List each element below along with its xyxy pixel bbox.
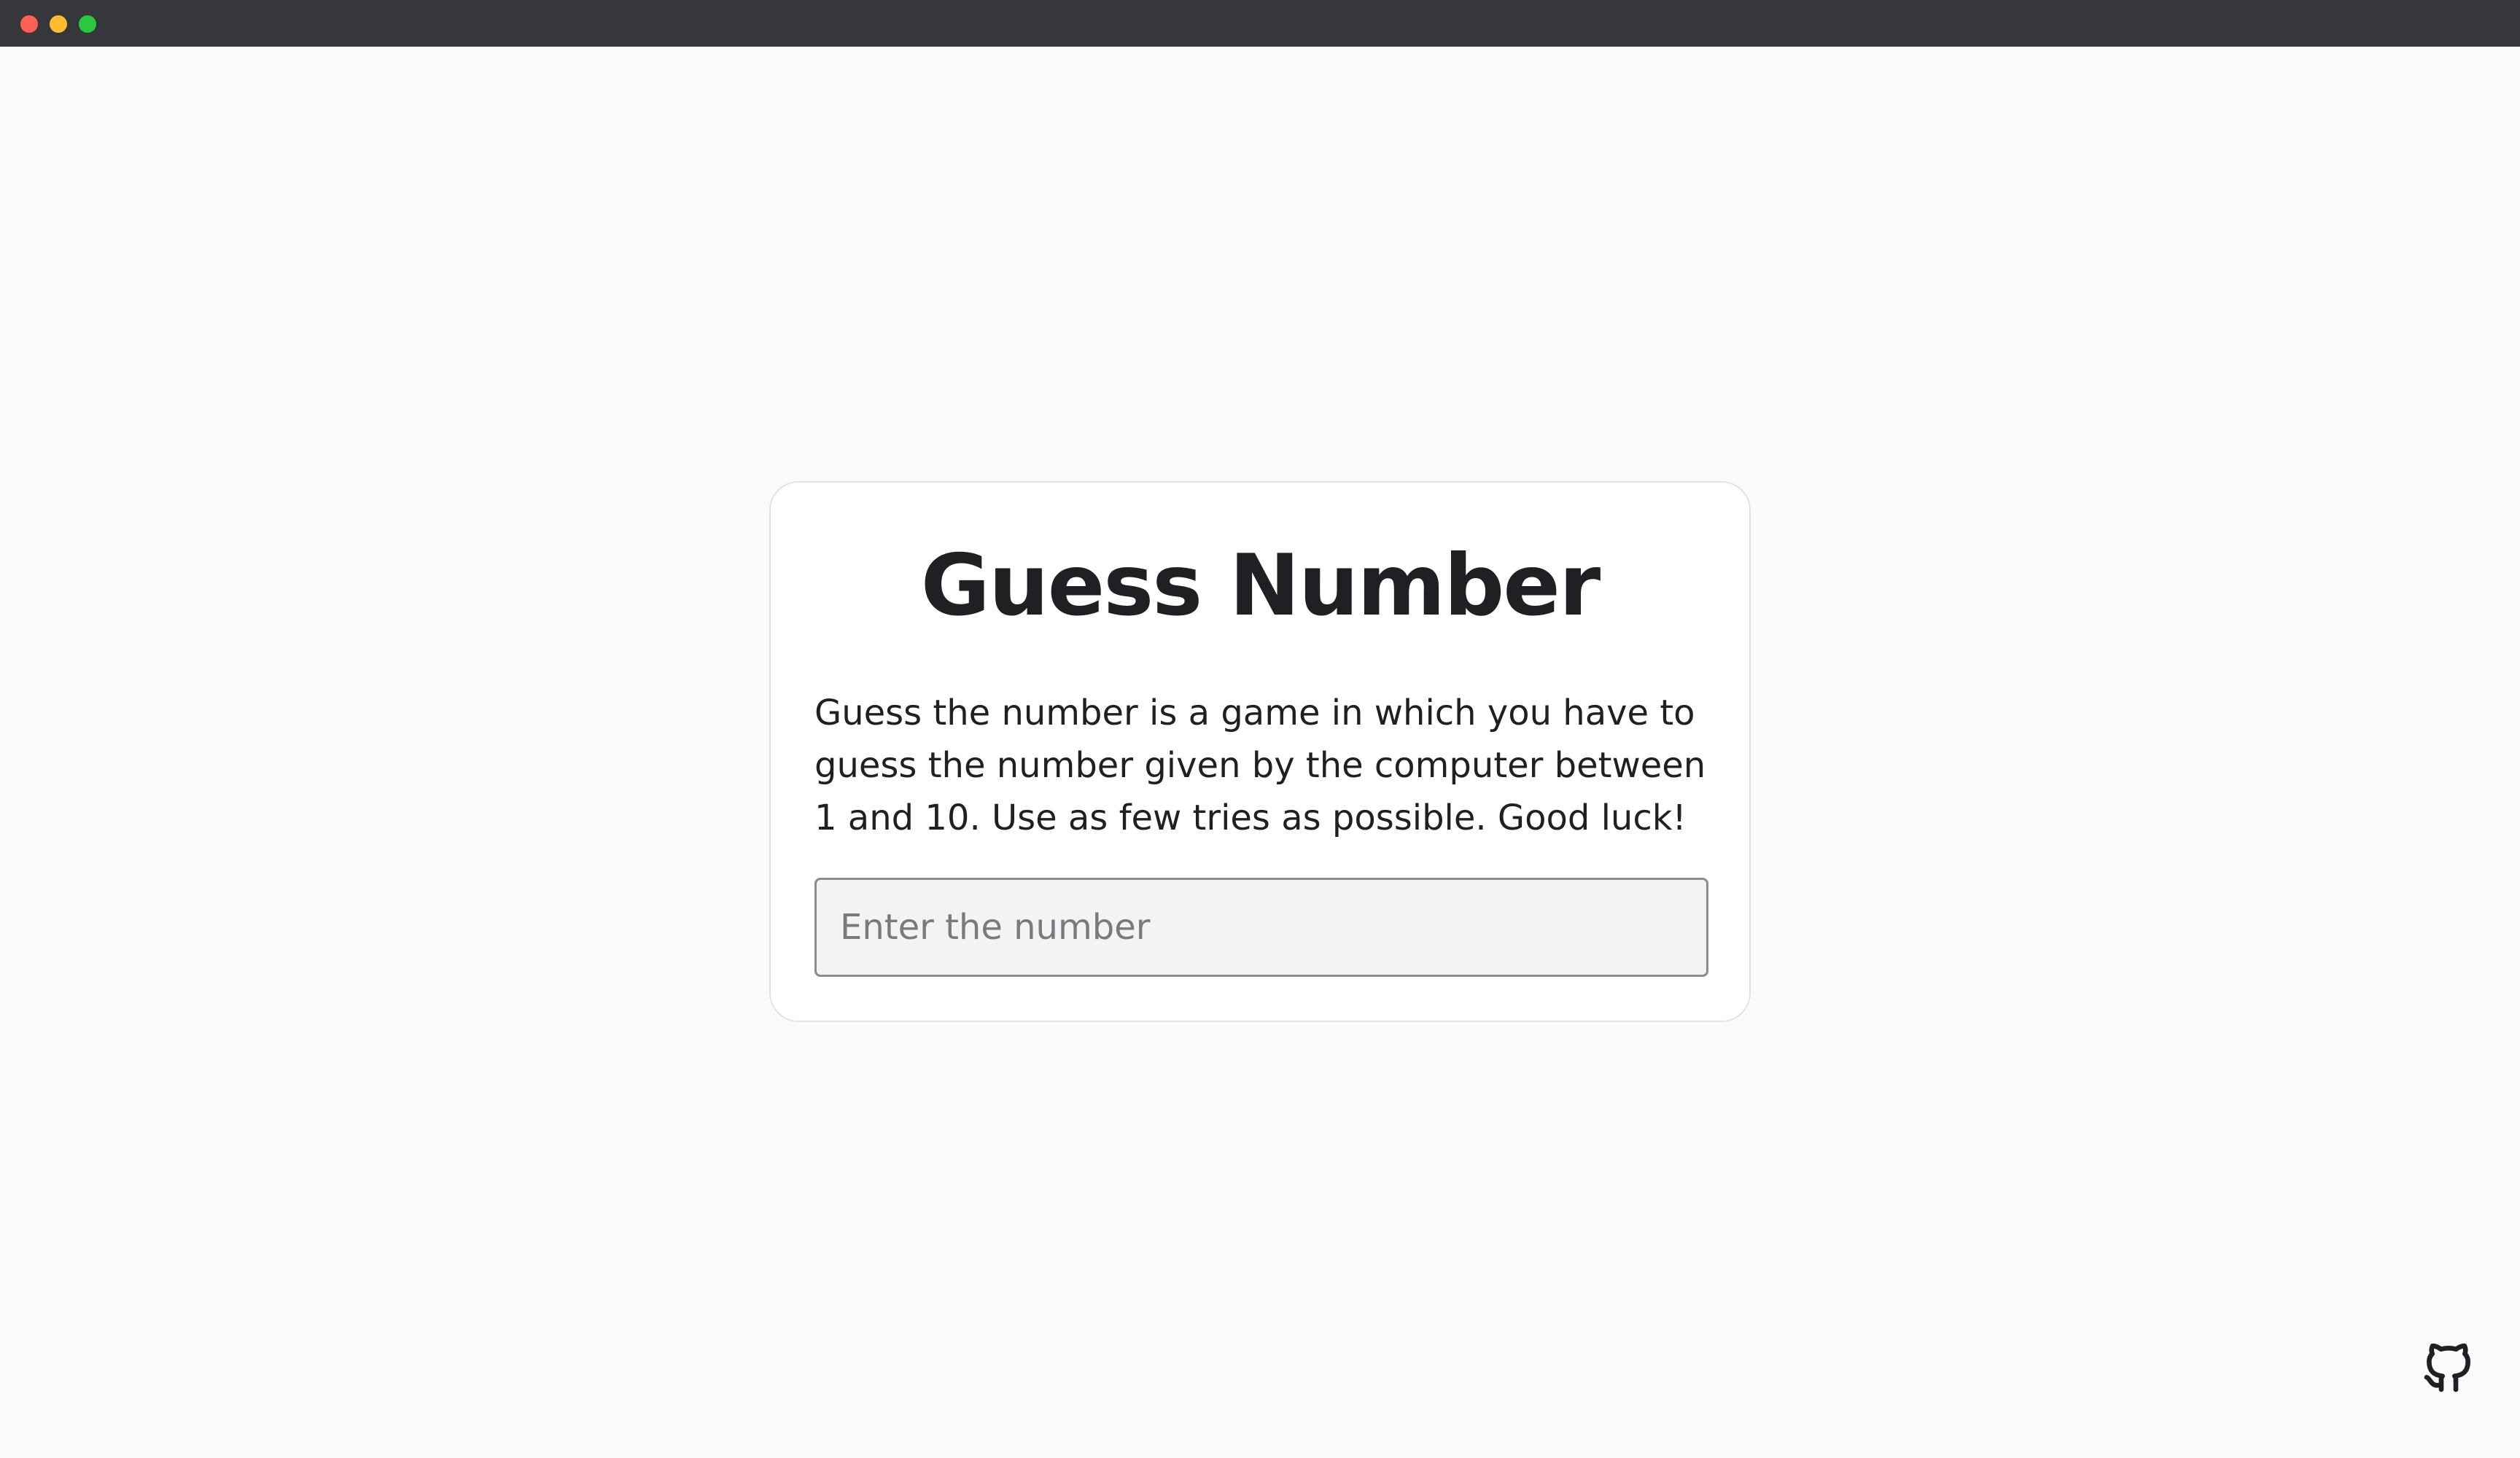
window-close-button[interactable]	[20, 15, 38, 33]
github-link[interactable]	[2419, 1338, 2478, 1397]
window-titlebar	[0, 0, 2520, 47]
github-icon	[2424, 1343, 2470, 1392]
window-maximize-button[interactable]	[79, 15, 96, 33]
number-input[interactable]	[814, 878, 1708, 977]
game-card: Guess Number Guess the number is a game …	[769, 481, 1751, 1022]
page-title: Guess Number	[920, 537, 1601, 635]
game-description: Guess the number is a game in which you …	[814, 693, 1706, 838]
window-minimize-button[interactable]	[50, 15, 67, 33]
